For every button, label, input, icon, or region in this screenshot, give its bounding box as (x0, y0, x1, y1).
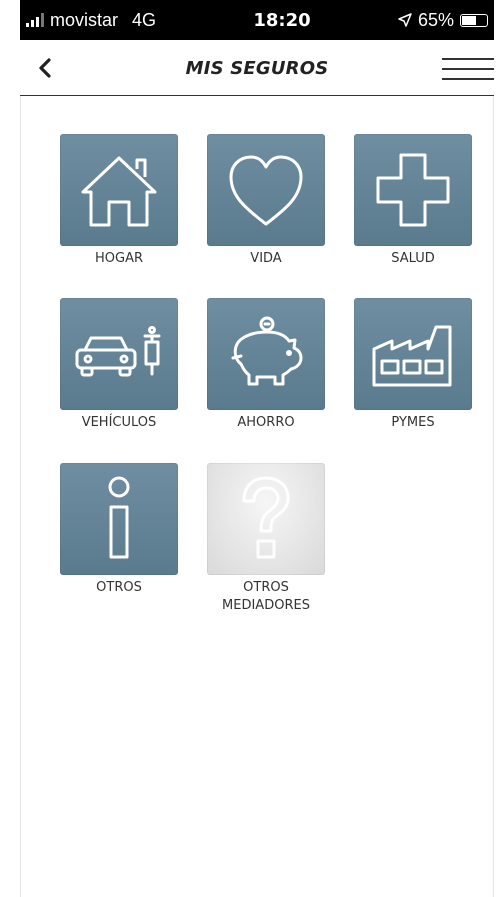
battery-percent: 65% (417, 9, 454, 30)
heart-icon (229, 155, 303, 226)
tile-otros-box[interactable] (60, 463, 178, 575)
tile-vehiculos-box[interactable] (60, 298, 178, 410)
tile-vida-label: VIDA (250, 251, 282, 266)
tile-ahorro-box[interactable] (207, 298, 325, 410)
tile-pymes-label: PYMES (391, 415, 435, 430)
menu-line (442, 58, 494, 60)
status-left: movistar 4G (26, 10, 186, 31)
network-type: 4G (132, 9, 157, 30)
tile-otros[interactable]: OTROS (60, 463, 178, 597)
signal-strength-icon (26, 13, 44, 27)
tile-ahorro-label: AHORRO (237, 415, 295, 430)
house-icon (81, 156, 157, 227)
tile-otros-label: OTROS (96, 580, 142, 595)
battery-icon (460, 13, 488, 27)
tile-hogar-label: HOGAR (94, 251, 143, 266)
menu-line (442, 78, 494, 80)
status-time: 18:20 (253, 9, 311, 31)
cross-icon (376, 153, 450, 227)
car-scooter-icon (75, 326, 161, 377)
tile-pymes[interactable]: PYMES (354, 298, 472, 432)
nav-bar: MIS SEGUROS (20, 40, 494, 96)
tile-ahorro[interactable]: AHORRO (207, 298, 325, 432)
status-bar: movistar 4G 18:20 65% (20, 0, 494, 40)
tile-hogar[interactable]: HOGAR (60, 134, 178, 268)
location-arrow-icon (398, 13, 412, 27)
question-icon (242, 476, 290, 559)
tile-salud-box[interactable] (354, 134, 472, 246)
tile-vehiculos[interactable]: VEHÍCULOS (60, 298, 178, 432)
tile-otros-mediadores-box[interactable] (207, 463, 325, 575)
tile-pymes-box[interactable] (354, 298, 472, 410)
piggy-bank-icon (231, 316, 303, 386)
tile-salud[interactable]: SALUD (354, 134, 472, 268)
tile-vehiculos-label: VEHÍCULOS (81, 415, 157, 430)
factory-icon (372, 325, 452, 387)
page-title: MIS SEGUROS (185, 58, 329, 79)
tile-otros-mediadores[interactable]: OTROS MEDIADORES (207, 463, 325, 615)
screen-frame-left (0, 0, 21, 897)
tile-salud-label: SALUD (391, 251, 435, 266)
tile-otros-mediadores-label: OTROS MEDIADORES (222, 580, 310, 613)
tile-vida-box[interactable] (207, 134, 325, 246)
screen-frame-right (493, 0, 498, 897)
status-right: 65% (398, 10, 488, 31)
menu-line (442, 68, 494, 70)
tile-vida[interactable]: VIDA (207, 134, 325, 268)
tile-hogar-box[interactable] (60, 134, 178, 246)
info-icon (108, 476, 130, 559)
hamburger-menu-button[interactable] (442, 52, 494, 86)
carrier-name: movistar (50, 9, 119, 30)
